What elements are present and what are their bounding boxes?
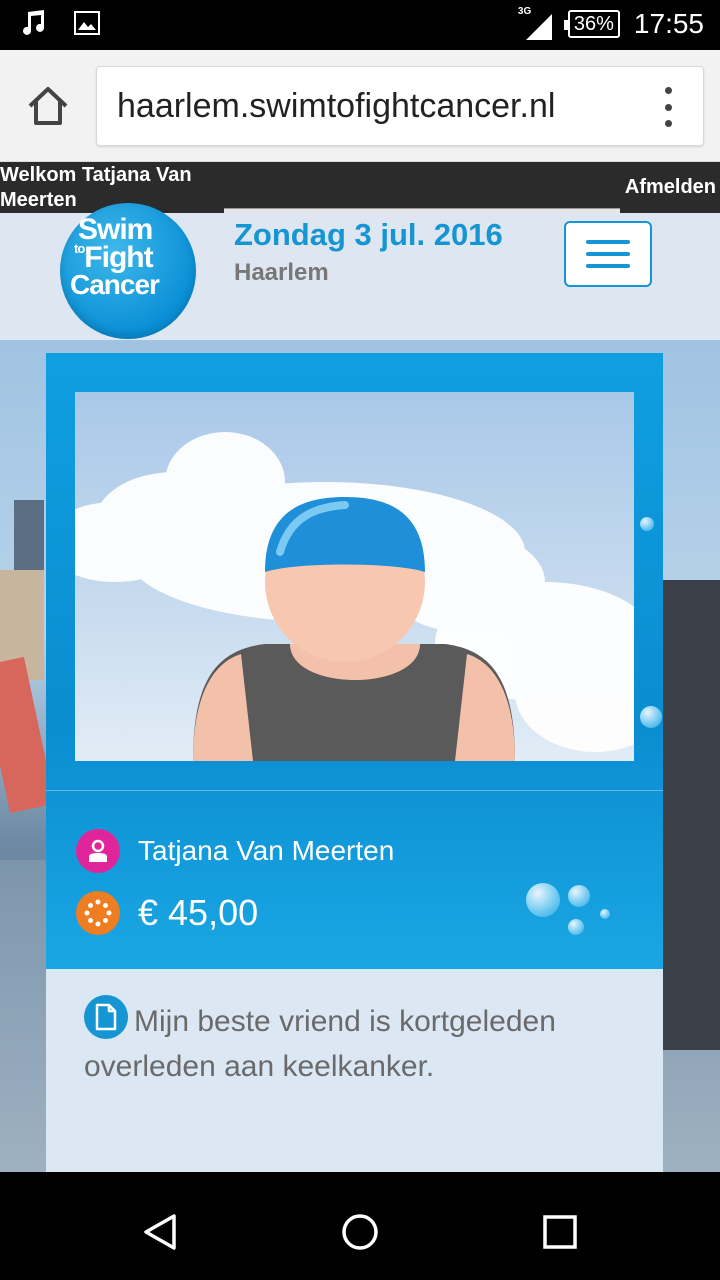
browser-toolbar: haarlem.swimtofightcancer.nl (0, 50, 720, 162)
document-icon (84, 995, 128, 1039)
participant-name: Tatjana Van Meerten (138, 835, 395, 866)
hamburger-icon (586, 240, 630, 244)
back-button[interactable] (140, 1212, 180, 1257)
donation-amount: € 45,00 (138, 892, 259, 933)
participant-story: Mijn beste vriend is kortgeleden overled… (84, 995, 624, 1089)
user-icon (76, 829, 120, 873)
donation-icon (76, 891, 120, 935)
clock: 17:55 (633, 8, 704, 39)
participant-card-header: Tatjana Van Meerten € 45,00 (46, 353, 663, 969)
system-navigation-bar (0, 1184, 720, 1280)
home-icon (28, 87, 68, 125)
url-text: haarlem.swimtofightcancer.nl (117, 87, 556, 125)
music-notification-icon (22, 10, 46, 41)
water-bubble-decoration (640, 517, 654, 531)
card-divider (46, 790, 663, 791)
home-circle-icon (342, 1214, 378, 1250)
recent-apps-button[interactable] (542, 1212, 578, 1257)
logout-link[interactable]: Afmelden (625, 176, 716, 199)
swim-to-fight-cancer-logo[interactable]: Swim toFight Cancer (60, 203, 196, 339)
url-field[interactable]: haarlem.swimtofightcancer.nl (96, 66, 704, 146)
logo-line-3: Cancer (70, 269, 160, 300)
back-icon (144, 1214, 176, 1250)
recent-apps-icon (543, 1215, 577, 1249)
participant-story-text: Mijn beste vriend is kortgeleden overled… (84, 1005, 556, 1083)
water-bubble-decoration (526, 883, 560, 917)
signal-icon: 3G (518, 6, 554, 42)
image-notification-icon (74, 11, 100, 40)
participant-avatar (75, 392, 634, 761)
site-header: Swim toFight Cancer Zondag 3 jul. 2016 H… (0, 203, 720, 340)
logo-line-2-small: to (74, 241, 85, 256)
participant-card: Tatjana Van Meerten € 45,00 Mijn beste v… (46, 353, 663, 1172)
status-bar: 3G 36% 17:55 (0, 0, 720, 50)
event-city: Haarlem (234, 259, 329, 286)
participant-name-row: Tatjana Van Meerten (76, 829, 394, 873)
event-date: Zondag 3 jul. 2016 (234, 217, 503, 252)
donation-amount-row: € 45,00 (76, 891, 258, 935)
battery-indicator: 36% (563, 10, 620, 38)
home-button[interactable] (26, 84, 70, 128)
menu-button[interactable] (564, 221, 652, 287)
overflow-menu-icon[interactable] (663, 87, 673, 127)
home-nav-button[interactable] (340, 1212, 380, 1257)
